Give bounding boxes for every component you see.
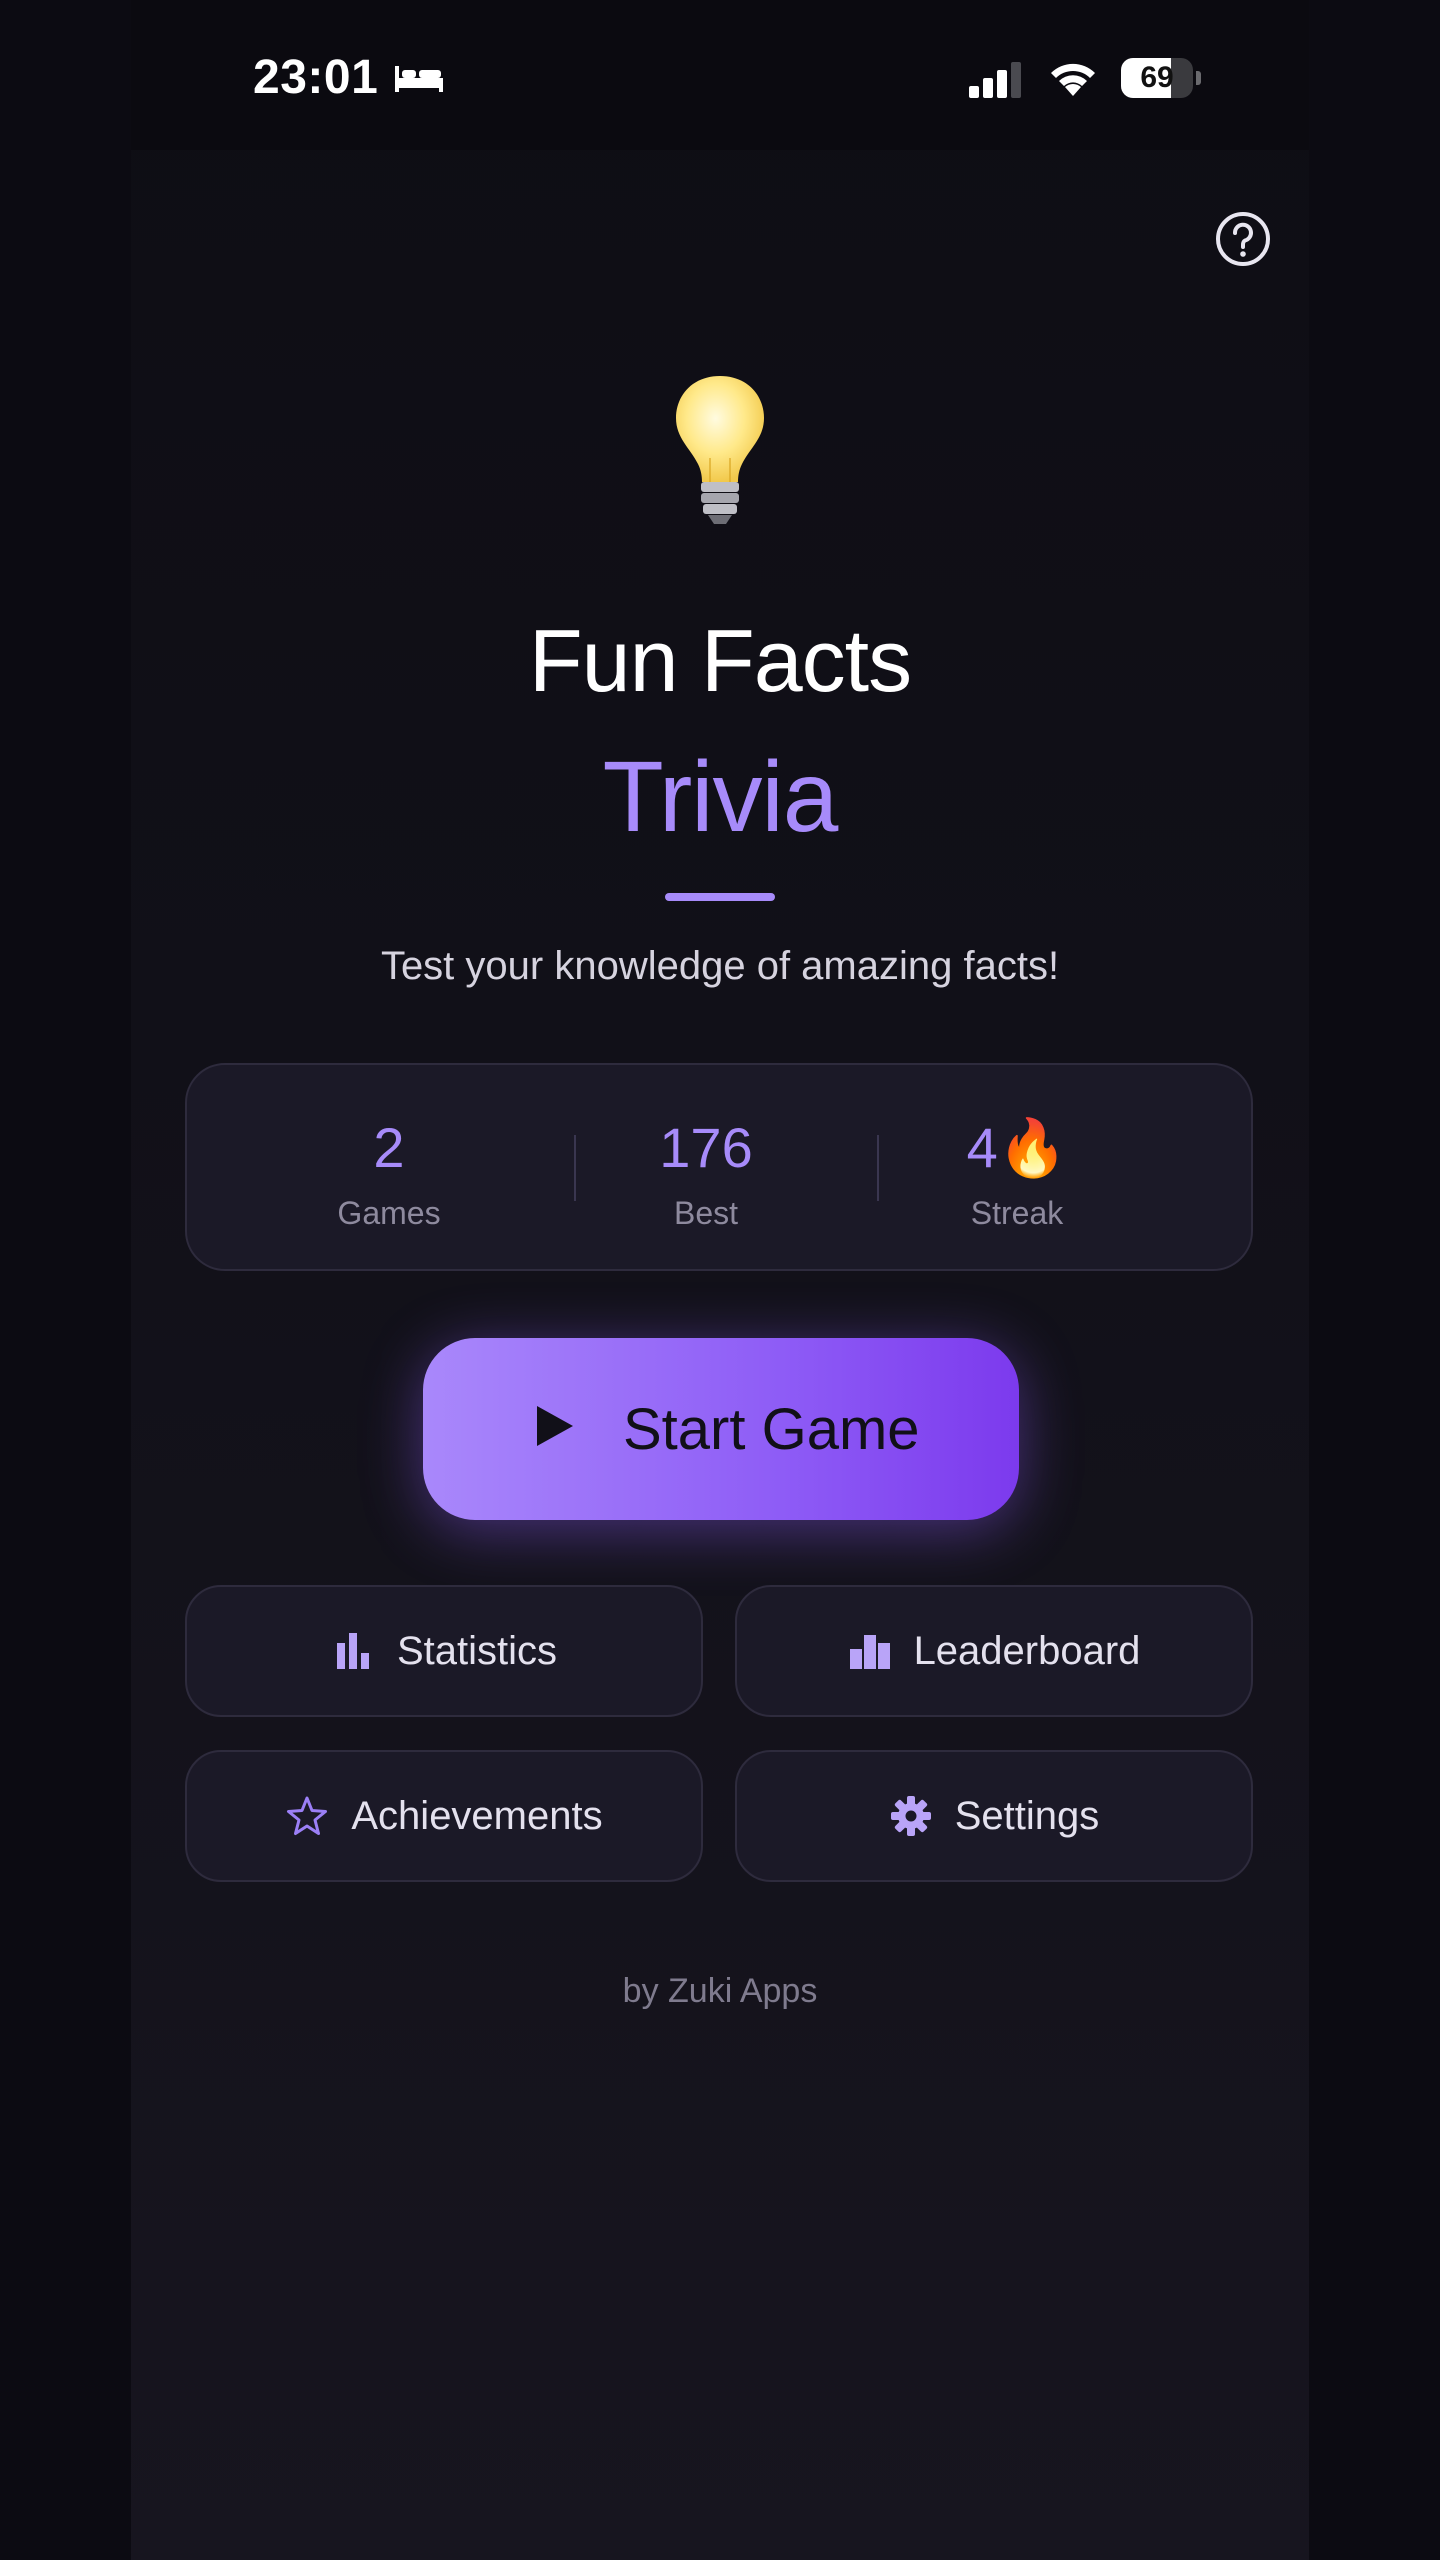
battery-tip [1196,71,1201,85]
bed-icon [395,66,443,92]
battery-icon: 69 [1121,58,1201,98]
stat-best: 176 Best [556,1065,856,1273]
stat-value: 4🔥 [966,1116,1068,1179]
cellular-signal-icon [969,62,1021,98]
app-title-accent: Trivia [602,741,839,853]
stat-label: Streak [970,1195,1064,1231]
stat-games: 2 Games [239,1065,539,1273]
title-underline [665,893,775,901]
app-title: Fun Facts [528,611,912,710]
achievements-label: Achievements [351,1793,603,1838]
achievements-button[interactable]: Achievements [185,1750,703,1882]
leaderboard-label: Leaderboard [913,1628,1141,1673]
app-screen: 23:01 69 Fun Facts Trivia Test your know… [131,0,1309,2560]
stat-value: 2 [373,1116,405,1179]
statistics-label: Statistics [396,1628,558,1673]
light-bulb-icon [676,376,764,524]
play-icon [537,1406,573,1446]
leaderboard-button[interactable]: Leaderboard [735,1585,1253,1717]
start-game-label: Start Game [623,1397,920,1462]
status-bar: 23:01 69 [131,0,1309,150]
stats-card: 2 Games 176 Best 4🔥 Streak [185,1063,1253,1271]
stat-label: Best [673,1195,739,1231]
battery-body: 69 [1121,58,1193,98]
wifi-icon [1051,63,1095,96]
bar-chart-icon [336,1633,369,1669]
start-game-button[interactable]: Start Game [423,1338,1019,1520]
stat-streak: 4🔥 Streak [867,1065,1167,1273]
statistics-button[interactable]: Statistics [185,1585,703,1717]
stat-value: 176 [659,1116,753,1179]
gear-icon [890,1796,931,1836]
settings-button[interactable]: Settings [735,1750,1253,1882]
status-time: 23:01 [253,51,379,104]
settings-label: Settings [954,1793,1100,1838]
footer-credit: by Zuki Apps [622,1972,818,2010]
battery-level: 69 [1140,61,1174,94]
stat-label: Games [337,1195,441,1231]
star-icon [287,1796,328,1835]
question-circle-icon[interactable] [1214,210,1272,268]
app-subtitle: Test your knowledge of amazing facts! [380,944,1060,988]
leaderboard-icon [849,1635,890,1669]
